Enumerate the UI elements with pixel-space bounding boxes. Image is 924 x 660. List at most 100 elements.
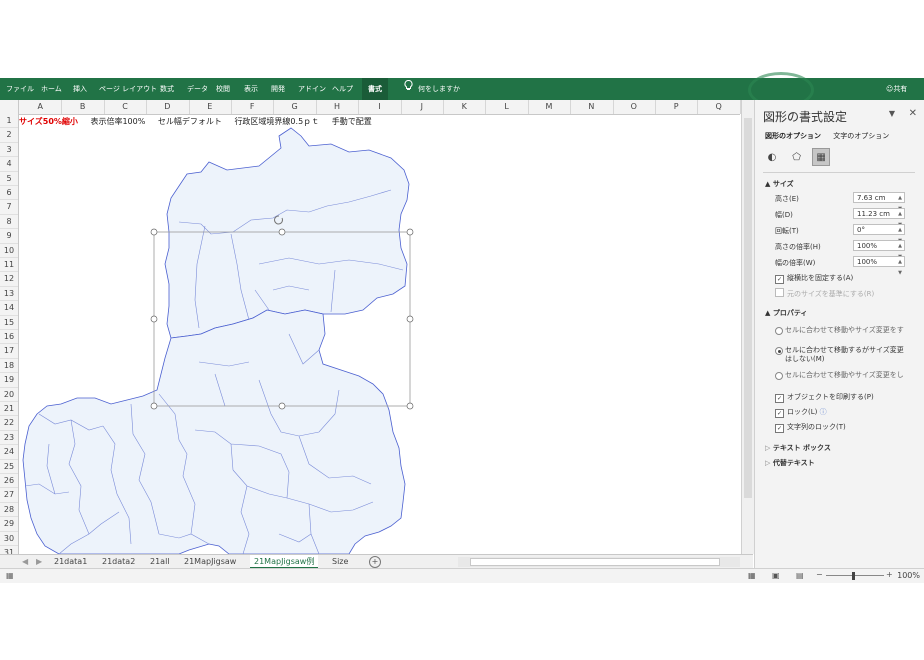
zoom-level[interactable]: 100% — [897, 569, 920, 583]
resize-handle-sw[interactable] — [150, 402, 158, 410]
horizontal-scrollbar[interactable] — [458, 557, 740, 567]
resize-handle-e[interactable] — [406, 315, 414, 323]
column-header-D[interactable]: D — [146, 100, 190, 114]
spinner-icon[interactable]: ▲▼ — [898, 257, 902, 279]
row-header-27[interactable]: 27 — [0, 488, 18, 503]
tell-me-search[interactable]: 何をしますか — [418, 78, 460, 100]
column-header-A[interactable]: A — [19, 100, 63, 114]
row-header-10[interactable]: 10 — [0, 244, 18, 258]
next-sheet-icon[interactable]: ▶ — [36, 555, 42, 569]
map-piece-south[interactable] — [22, 309, 406, 554]
zoom-in-button[interactable]: + — [886, 570, 893, 579]
column-header-O[interactable]: O — [613, 100, 656, 114]
resize-handle-n[interactable] — [278, 228, 286, 236]
lock-text-checkbox[interactable]: ✓ 文字列のロック(T) — [775, 422, 846, 433]
scale-width-input[interactable]: 100% ▲ ▼ — [853, 256, 905, 276]
row-header-2[interactable]: 2 — [0, 128, 18, 143]
row-header-30[interactable]: 30 — [0, 532, 18, 546]
row-header-16[interactable]: 16 — [0, 330, 18, 345]
row-header-13[interactable]: 13 — [0, 287, 18, 302]
row-header-6[interactable]: 6 — [0, 186, 18, 201]
column-header-I[interactable]: I — [358, 100, 402, 114]
row-header-17[interactable]: 17 — [0, 344, 18, 359]
tab-page-layout[interactable]: ページ レイアウト — [99, 78, 157, 100]
row-header-18[interactable]: 18 — [0, 359, 18, 374]
row-header-20[interactable]: 20 — [0, 388, 18, 402]
row-header-28[interactable]: 28 — [0, 503, 18, 518]
tab-developer[interactable]: 開発 — [271, 78, 285, 100]
resize-handle-se[interactable] — [406, 402, 414, 410]
column-header-E[interactable]: E — [189, 100, 232, 114]
pane-options-dropdown-icon[interactable]: ▼ — [889, 109, 895, 118]
zoom-slider-thumb[interactable] — [852, 572, 855, 580]
cell-grid[interactable]: サイズ50%縮小 表示倍率100% セル幅デフォルト 行政区域境界線0.5ｐｔ … — [19, 114, 740, 554]
row-header-14[interactable]: 14 — [0, 301, 18, 316]
tab-formulas[interactable]: 数式 — [160, 78, 174, 100]
row-header-23[interactable]: 23 — [0, 431, 18, 446]
tab-shape-options[interactable]: 図形のオプション — [765, 132, 821, 140]
row-header-11[interactable]: 11 — [0, 258, 18, 273]
tab-file[interactable]: ファイル — [6, 78, 34, 100]
row-header-1[interactable]: 1 — [0, 114, 18, 129]
sheet-tab-21mapjigsaw-example[interactable]: 21MapJigsaw例 — [250, 555, 319, 569]
column-header-L[interactable]: L — [485, 100, 529, 114]
tab-review[interactable]: 校閲 — [216, 78, 230, 100]
size-properties-icon[interactable]: ▦ — [812, 148, 831, 166]
resize-handle-w[interactable] — [150, 315, 158, 323]
column-header-B[interactable]: B — [61, 100, 105, 114]
close-pane-icon[interactable]: ✕ — [909, 108, 917, 119]
radio-no-move-no-size[interactable]: セルに合わせて移動やサイズ変更をしない(D) — [775, 371, 905, 380]
row-header-24[interactable]: 24 — [0, 445, 18, 460]
resize-handle-nw[interactable] — [150, 228, 158, 236]
sheet-tab-21data1[interactable]: 21data1 — [54, 555, 87, 569]
sheet-tab-21mapjigsaw[interactable]: 21MapJigsaw — [184, 555, 236, 569]
section-properties-header[interactable]: ▲ プロパティ — [765, 308, 807, 318]
row-header-29[interactable]: 29 — [0, 517, 18, 532]
horizontal-scroll-thumb[interactable] — [470, 558, 720, 566]
row-header-15[interactable]: 15 — [0, 316, 18, 330]
row-header-4[interactable]: 4 — [0, 157, 18, 172]
height-input[interactable]: 7.63 cm▲▼ — [853, 192, 905, 212]
vertical-scroll-thumb[interactable] — [744, 118, 752, 498]
fill-line-icon[interactable]: ◐ — [763, 149, 781, 167]
scale-height-input[interactable]: 100%▲▼ — [853, 240, 905, 260]
rotation-input[interactable]: 0°▲▼ — [853, 224, 905, 244]
width-input[interactable]: 11.23 cm▲▼ — [853, 208, 905, 228]
row-header-22[interactable]: 22 — [0, 416, 18, 431]
tab-home[interactable]: ホーム — [41, 78, 62, 100]
section-size-header[interactable]: ▲ サイズ — [765, 179, 794, 189]
column-header-N[interactable]: N — [570, 100, 614, 114]
sheet-tab-size[interactable]: Size — [332, 555, 348, 569]
effects-icon[interactable]: ⬠ — [788, 149, 806, 167]
map-piece-north[interactable] — [164, 127, 410, 339]
info-icon[interactable]: ⓘ — [820, 408, 827, 416]
normal-view-icon[interactable]: ▦ — [748, 571, 756, 580]
select-all-corner[interactable] — [0, 100, 19, 114]
sheet-tab-21data2[interactable]: 21data2 — [102, 555, 135, 569]
print-object-checkbox[interactable]: ✓ オブジェクトを印刷する(P) — [775, 392, 874, 403]
column-header-P[interactable]: P — [655, 100, 699, 114]
column-header-H[interactable]: H — [316, 100, 360, 114]
row-header-21[interactable]: 21 — [0, 402, 18, 417]
radio-move-and-size[interactable]: セルに合わせて移動やサイズ変更をする(S) — [775, 326, 905, 335]
tab-text-options[interactable]: 文字のオプション — [833, 132, 889, 140]
column-header-K[interactable]: K — [443, 100, 487, 114]
resize-handle-s[interactable] — [278, 402, 286, 410]
relative-original-checkbox[interactable]: 元のサイズを基準にする(R) — [775, 288, 874, 299]
lock-checkbox[interactable]: ✓ ロック(L) ⓘ — [775, 407, 827, 418]
zoom-out-button[interactable]: − — [816, 570, 823, 579]
tab-addins[interactable]: アドイン — [298, 78, 326, 100]
resize-handle-ne[interactable] — [406, 228, 414, 236]
add-sheet-button[interactable]: + — [369, 556, 381, 568]
tab-insert[interactable]: 挿入 — [73, 78, 87, 100]
column-header-M[interactable]: M — [528, 100, 572, 114]
row-header-25[interactable]: 25 — [0, 460, 18, 474]
row-header-7[interactable]: 7 — [0, 200, 18, 215]
section-textbox-header[interactable]: ▷ テキスト ボックス — [765, 443, 831, 453]
section-alt-text-header[interactable]: ▷ 代替テキスト — [765, 458, 815, 468]
row-header-31[interactable]: 31 — [0, 546, 18, 554]
share-button[interactable]: ☺共有 — [886, 78, 907, 100]
prev-sheet-icon[interactable]: ◀ — [22, 555, 28, 569]
tab-view[interactable]: 表示 — [244, 78, 258, 100]
row-header-26[interactable]: 26 — [0, 474, 18, 489]
